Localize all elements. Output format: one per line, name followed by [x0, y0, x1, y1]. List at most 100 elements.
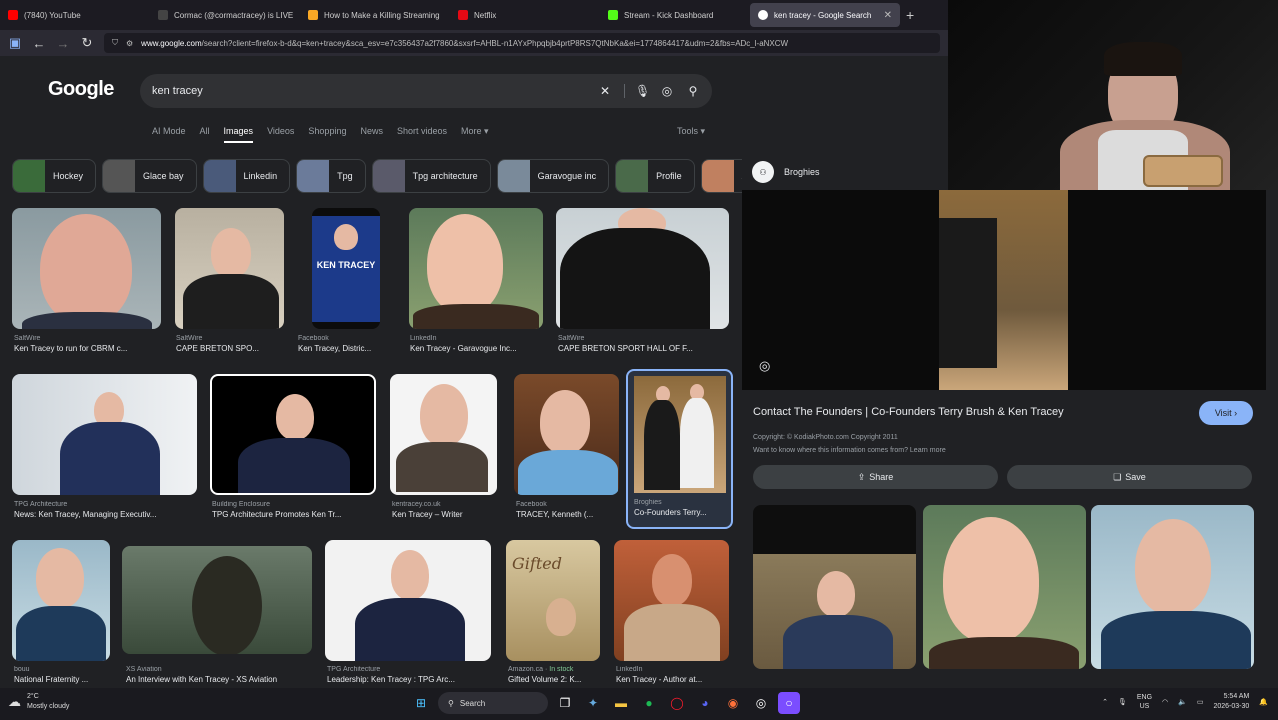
back-icon[interactable]: ←	[32, 36, 46, 51]
related-image[interactable]	[1091, 505, 1254, 669]
result-caption[interactable]: kentracey.co.uk Ken Tracey – Writer	[392, 501, 498, 519]
result-caption[interactable]: TPG Architecture News: Ken Tracey, Managi…	[14, 501, 196, 519]
result-image[interactable]	[556, 208, 729, 329]
result-image[interactable]	[12, 374, 197, 495]
lens-search-icon[interactable]: ◎	[759, 358, 770, 374]
chip-label: Profile	[656, 171, 682, 181]
related-image[interactable]	[753, 505, 916, 669]
visit-button[interactable]: Visit ›	[1199, 401, 1253, 425]
chip-hockey[interactable]: Hockey	[12, 159, 97, 193]
chip-garavogue-inc[interactable]: Garavogue inc	[496, 159, 610, 193]
result-caption[interactable]: Facebook TRACEY, Kenneth (...	[516, 501, 620, 519]
result-caption[interactable]: Amazon.ca · In stock Gifted Volume 2: K..…	[508, 666, 600, 684]
tab-videos[interactable]: Videos	[267, 126, 294, 143]
sidebar-icon[interactable]: ▣	[8, 35, 22, 51]
obs-icon[interactable]: ◎	[750, 692, 772, 714]
result-image[interactable]	[210, 374, 376, 495]
wifi-icon[interactable]: ◠	[1162, 698, 1168, 706]
google-logo[interactable]: Google	[48, 78, 114, 101]
new-tab-icon[interactable]: +	[900, 7, 920, 23]
chip-linkedin[interactable]: Linkedin	[202, 159, 291, 193]
result-image[interactable]	[514, 374, 619, 495]
tab-short-videos[interactable]: Short videos	[397, 126, 447, 143]
chevron-up-icon[interactable]: ⌃	[1102, 698, 1108, 706]
tab-kick[interactable]: Stream - Kick Dashboard	[600, 0, 750, 30]
info-text[interactable]: Want to know where this information come…	[753, 444, 946, 457]
result-image[interactable]: Gifted	[506, 540, 600, 661]
result-image[interactable]	[325, 540, 491, 661]
result-caption[interactable]: SaltWire CAPE BRETON SPORT HALL OF F...	[558, 335, 730, 353]
volume-icon[interactable]: 🔈	[1178, 698, 1187, 706]
tab-more[interactable]: More ▾	[461, 126, 489, 143]
mic-icon[interactable]: 🎙	[1118, 698, 1127, 706]
close-tab-icon[interactable]: ✕	[884, 10, 892, 21]
result-caption[interactable]: Facebook Ken Tracey, Distric...	[298, 335, 390, 353]
clock[interactable]: 5:54 AM 2026-03-30	[1213, 692, 1249, 712]
result-caption[interactable]: SaltWire Ken Tracey to run for CBRM c...	[14, 335, 159, 353]
result-caption[interactable]: XS Aviation An Interview with Ken Tracey …	[126, 666, 316, 684]
notification-icon[interactable]: 🔔	[1259, 698, 1268, 706]
taskbar-search[interactable]: ⚲ Search	[438, 692, 548, 714]
result-caption[interactable]: LinkedIn Ken Tracey - Garavogue Inc...	[410, 335, 544, 353]
chip-glace-bay[interactable]: Glace bay	[102, 159, 197, 193]
spotify-icon[interactable]: ●	[638, 692, 660, 714]
result-caption[interactable]: TPG Architecture Leadership: Ken Tracey :…	[327, 666, 491, 684]
tab-all[interactable]: All	[200, 126, 210, 143]
tab-ai-mode[interactable]: AI Mode	[152, 126, 186, 143]
result-image[interactable]	[390, 374, 497, 495]
panel-source[interactable]: Broghies	[784, 167, 820, 177]
opera-icon[interactable]: ◯	[666, 692, 688, 714]
save-button[interactable]: ❏ Save	[1007, 465, 1252, 489]
related-image[interactable]	[923, 505, 1086, 669]
chip-tpg-architecture[interactable]: Tpg architecture	[371, 159, 491, 193]
windows-start-icon[interactable]: ⊞	[410, 692, 432, 714]
tab-news[interactable]: News	[360, 126, 383, 143]
tab-shopping[interactable]: Shopping	[308, 126, 346, 143]
share-button[interactable]: ⇪ Share	[753, 465, 998, 489]
result-caption[interactable]: bouu National Fraternity ...	[14, 666, 110, 684]
tab-google-search[interactable]: ken tracey - Google Search ✕	[750, 3, 900, 27]
weather-widget[interactable]: ☁ 2°C Mostly cloudy	[8, 692, 69, 712]
search-box[interactable]: ken tracey ✕ 🎙 ◎ ⚲	[140, 74, 712, 108]
tab-netflix[interactable]: Netflix	[450, 0, 600, 30]
file-explorer-icon[interactable]: ▬	[610, 692, 632, 714]
result-image[interactable]	[614, 540, 729, 661]
result-caption[interactable]: SaltWire CAPE BRETON SPO...	[176, 335, 284, 353]
app-icon[interactable]: ○	[778, 692, 800, 714]
site-info-icon[interactable]: ⚙	[126, 39, 133, 48]
tab-images[interactable]: Images	[223, 126, 254, 143]
forward-icon[interactable]: →	[56, 36, 70, 51]
tab-how-to[interactable]: How to Make a Killing Streaming	[300, 0, 450, 30]
clear-icon[interactable]: ✕	[598, 84, 612, 98]
result-image[interactable]	[12, 540, 110, 661]
language-indicator[interactable]: ENG US	[1137, 693, 1152, 711]
copilot-icon[interactable]: ✦	[582, 692, 604, 714]
result-image-selected[interactable]: Broghies Co-Founders Terry...	[626, 369, 733, 529]
task-view-icon[interactable]: ❐	[554, 692, 576, 714]
result-image[interactable]	[409, 208, 543, 329]
streamer-hair	[1104, 42, 1182, 76]
result-caption[interactable]: LinkedIn Ken Tracey - Author at...	[616, 666, 730, 684]
battery-icon[interactable]: ▭	[1197, 698, 1204, 706]
tab-cormac[interactable]: Cormac (@cormactracey) is LIVE	[150, 0, 300, 30]
result-image[interactable]	[175, 208, 284, 329]
lens-icon[interactable]: ◎	[660, 84, 674, 98]
reload-icon[interactable]: ↻	[80, 35, 94, 51]
firefox-icon[interactable]: ◉	[722, 692, 744, 714]
chip-tpg[interactable]: Tpg	[296, 159, 366, 193]
tools-button[interactable]: Tools ▾	[677, 126, 705, 137]
tab-youtube[interactable]: (7840) YouTube	[0, 0, 150, 30]
chip-profile[interactable]: Profile	[615, 159, 695, 193]
search-icon[interactable]: ⚲	[686, 84, 700, 98]
preview-image-frame[interactable]: ◎	[742, 190, 1266, 390]
mic-icon[interactable]: 🎙	[624, 84, 650, 98]
result-image[interactable]	[12, 208, 161, 329]
discord-icon[interactable]: ◕	[694, 692, 716, 714]
shield-icon[interactable]: ⛉	[112, 38, 118, 48]
address-bar[interactable]: ⛉ ⚙ www.google.com/search?client=firefox…	[104, 33, 940, 53]
result-image[interactable]	[122, 546, 312, 654]
result-caption[interactable]: Building Enclosure TPG Architecture Promo…	[212, 501, 378, 519]
result-image[interactable]: KEN TRACEY	[312, 208, 380, 329]
search-input[interactable]: ken tracey	[152, 85, 586, 97]
panel-title[interactable]: Contact The Founders | Co-Founders Terry…	[753, 406, 1064, 418]
